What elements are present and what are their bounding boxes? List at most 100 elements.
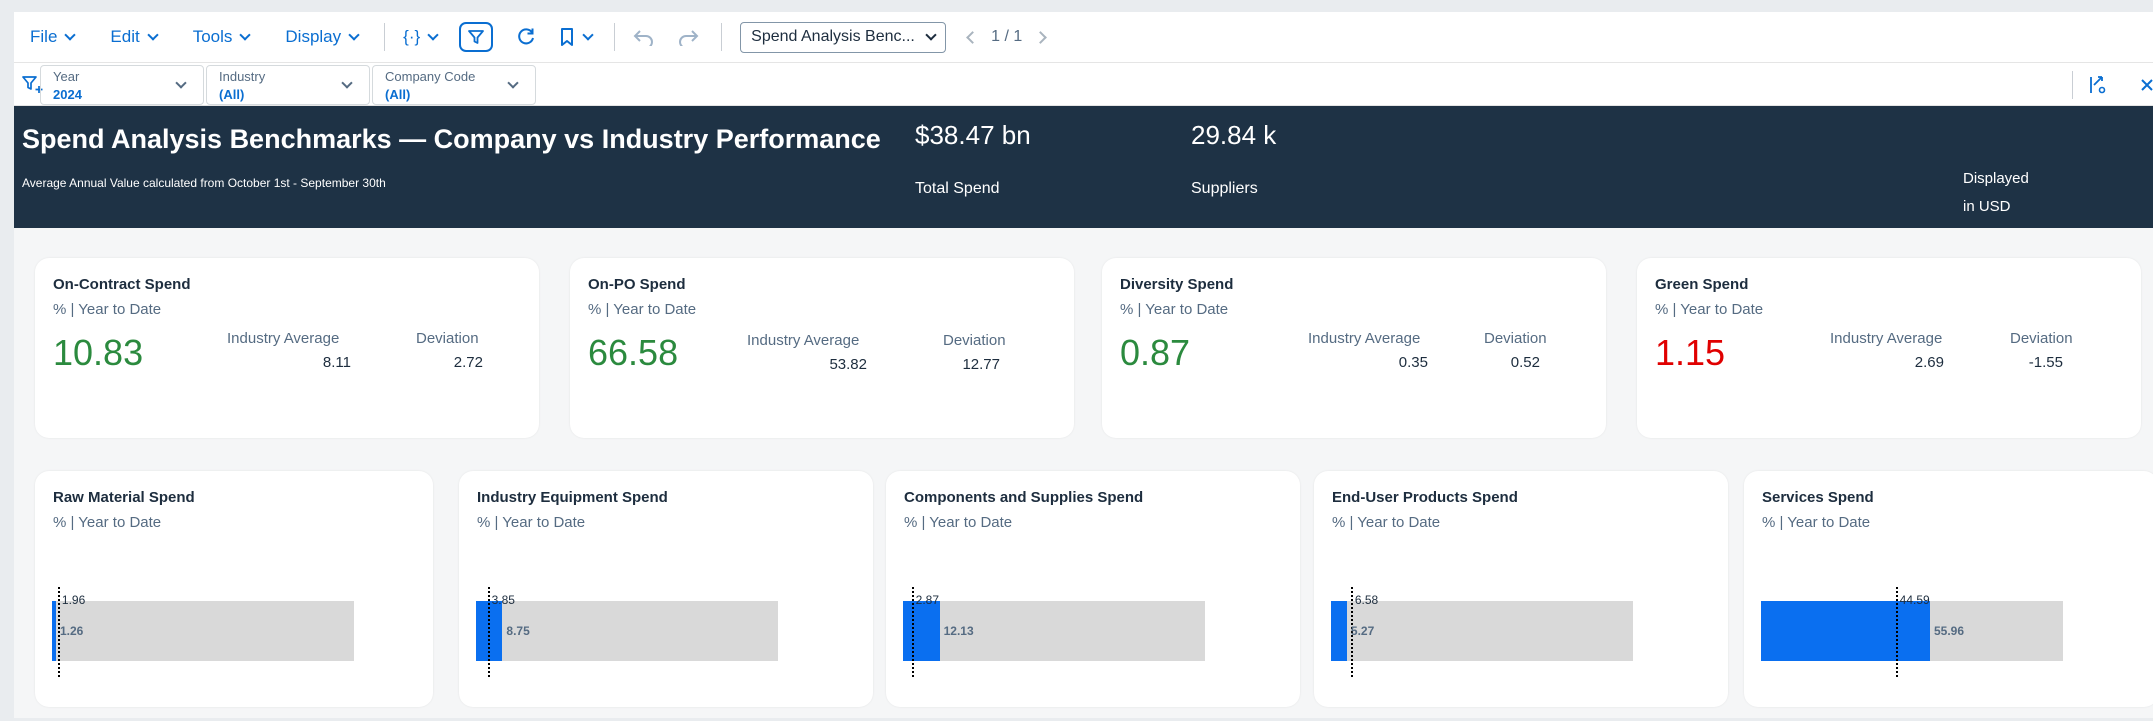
kpi-card-on-contract[interactable]: On-Contract Spend % | Year to Date 10.83… [35, 258, 539, 438]
menu-tools[interactable]: Tools [192, 27, 252, 47]
undo-button[interactable] [633, 28, 655, 46]
menu-file-label: File [30, 27, 58, 46]
filter-company-code-label: Company Code [385, 69, 476, 84]
filter-company-code[interactable]: Company Code (All) [372, 65, 536, 105]
menu-edit-label: Edit [110, 27, 140, 46]
chevron-down-icon [925, 28, 937, 41]
kpi-card-diversity[interactable]: Diversity Spend % | Year to Date 0.87 In… [1102, 258, 1606, 438]
actual-value-label: 1.26 [60, 624, 84, 638]
previous-page-icon[interactable] [966, 30, 980, 44]
actual-value-bar[interactable] [903, 601, 940, 661]
bookmark-button[interactable] [559, 27, 594, 47]
actual-value-bar[interactable] [1331, 601, 1347, 661]
kpi-card-value: 66.58 [588, 332, 679, 373]
industry-average-value: 53.82 [829, 356, 867, 373]
benchmark-marker-line [487, 587, 490, 677]
bar-card-title: End-User Products Spend [1332, 489, 1518, 506]
menu-display[interactable]: Display [285, 27, 360, 47]
kpi-card-title: On-PO Spend [588, 276, 686, 293]
kpi-card-subtitle: % | Year to Date [588, 301, 697, 318]
bar-card-title: Raw Material Spend [53, 489, 195, 506]
benchmark-marker-line [911, 587, 914, 677]
refresh-icon [518, 28, 535, 45]
page-subtitle: Average Annual Value calculated from Oct… [22, 176, 386, 190]
filter-industry[interactable]: Industry (All) [206, 65, 370, 105]
story-page-select-value: Spend Analysis Benc... [751, 28, 915, 45]
bar-card-title: Services Spend [1762, 489, 1874, 506]
close-icon[interactable] [2139, 77, 2153, 93]
suppliers-label: Suppliers [1191, 180, 1258, 197]
filter-year[interactable]: Year 2024 [40, 65, 204, 105]
bar-card-raw-material[interactable]: Raw Material Spend % | Year to Date 1.96… [35, 471, 433, 707]
bar-track [52, 601, 354, 661]
story-page-select[interactable]: Spend Analysis Benc... [740, 21, 947, 53]
chevron-down-icon [64, 28, 77, 41]
filter-bar-separator [2072, 71, 2073, 99]
industry-average-value: 2.69 [1914, 354, 1944, 371]
industry-average-value: 0.35 [1398, 354, 1428, 371]
filter-company-code-value: (All) [385, 87, 411, 102]
benchmark-value-label: 6.58 [1354, 593, 1379, 607]
chevron-down-icon [348, 28, 360, 41]
actual-value-bar[interactable] [1761, 601, 1930, 661]
bar-card-industry-equipment[interactable]: Industry Equipment Spend % | Year to Dat… [459, 471, 873, 707]
next-page-icon[interactable] [1034, 30, 1048, 44]
chevron-down-icon [239, 28, 252, 41]
filter-industry-value: (All) [219, 87, 245, 102]
benchmark-value-label: 2.87 [915, 593, 940, 607]
kpi-card-green[interactable]: Green Spend % | Year to Date 1.15 Indust… [1637, 258, 2141, 438]
chevron-down-icon [427, 28, 439, 41]
code-menu-button[interactable]: {·} [403, 27, 439, 47]
page-title: Spend Analysis Benchmarks — Company vs I… [22, 124, 881, 154]
refresh-button[interactable] [515, 26, 537, 48]
filter-year-value: 2024 [53, 87, 82, 102]
benchmark-value-label: 1.96 [61, 593, 86, 607]
bar-card-subtitle: % | Year to Date [1332, 514, 1441, 531]
undo-icon [633, 30, 654, 46]
bar-card-title: Industry Equipment Spend [477, 489, 668, 506]
bar-card-subtitle: % | Year to Date [477, 514, 586, 531]
redo-button[interactable] [677, 28, 699, 46]
bar-card-end-user-products[interactable]: End-User Products Spend % | Year to Date… [1314, 471, 1728, 707]
filter-year-label: Year [53, 69, 80, 84]
page-indicator: 1 / 1 [991, 28, 1023, 45]
actual-value-label: 8.75 [506, 624, 530, 638]
menu-tools-label: Tools [192, 27, 233, 46]
kpi-card-title: Diversity Spend [1120, 276, 1234, 293]
bar-card-subtitle: % | Year to Date [1762, 514, 1871, 531]
bar-card-components-supplies[interactable]: Components and Supplies Spend % | Year t… [886, 471, 1300, 707]
benchmark-marker-line [1895, 587, 1898, 677]
filter-icon [468, 30, 485, 44]
menu-display-label: Display [285, 27, 342, 46]
kpi-card-title: Green Spend [1655, 276, 1749, 293]
bar-track [1331, 601, 1633, 661]
actual-value-label: 5.27 [1350, 624, 1375, 638]
kpi-card-on-po[interactable]: On-PO Spend % | Year to Date 66.58 Indus… [570, 258, 1074, 438]
actual-value-label: 55.96 [1933, 624, 1965, 638]
industry-average-label: Industry Average [1830, 330, 1943, 347]
deviation-value: 2.72 [453, 354, 483, 371]
kpi-card-subtitle: % | Year to Date [1120, 301, 1229, 318]
filter-bar: Year 2024 Industry (All) Company Code (A… [14, 62, 2153, 106]
menu-file[interactable]: File [30, 27, 77, 47]
suppliers-value: 29.84 k [1191, 120, 1277, 150]
deviation-value: -1.55 [2028, 354, 2063, 371]
toolbar-separator [614, 23, 616, 51]
deviation-value: 0.52 [1510, 354, 1540, 371]
filter-toggle-button[interactable] [459, 22, 494, 52]
kpi-card-value: 10.83 [53, 332, 144, 373]
bar-card-services[interactable]: Services Spend % | Year to Date 44.59 55.… [1744, 471, 2153, 707]
menu-edit[interactable]: Edit [110, 27, 159, 47]
redo-icon [679, 30, 699, 46]
actual-value-bar[interactable] [52, 601, 56, 661]
deviation-label: Deviation [2010, 330, 2073, 347]
industry-average-value: 8.11 [322, 354, 351, 371]
kpi-card-title: On-Contract Spend [53, 276, 191, 293]
bar-card-subtitle: % | Year to Date [53, 514, 162, 531]
currency-note-line1: Displayed [1963, 170, 2029, 187]
deviation-value: 12.77 [962, 356, 1000, 373]
linked-analysis-icon[interactable] [2088, 75, 2108, 95]
bookmark-icon [561, 28, 574, 46]
header-banner: Spend Analysis Benchmarks — Company vs I… [14, 106, 2153, 228]
chevron-down-icon [147, 28, 159, 41]
